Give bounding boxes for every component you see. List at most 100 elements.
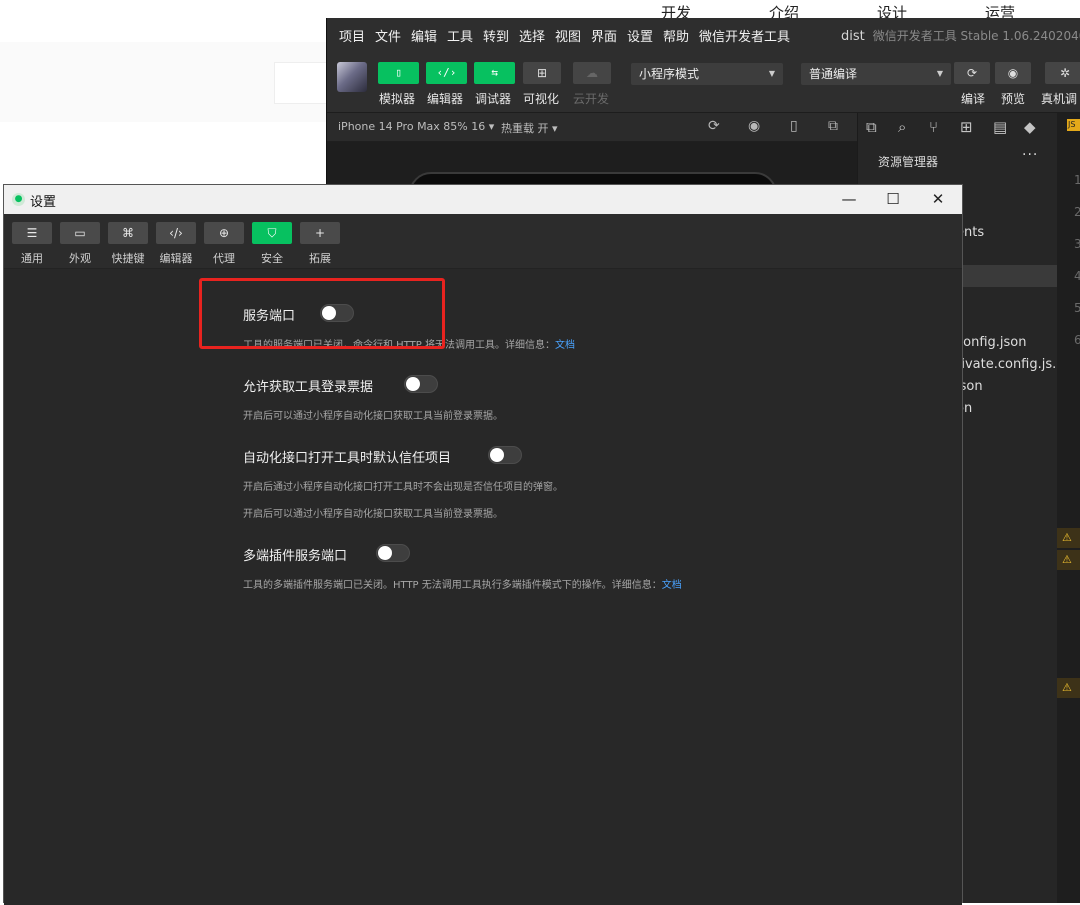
tab-shortcuts-label: 快捷键 — [111, 252, 145, 265]
tab-appearance[interactable]: ▭ — [60, 222, 100, 244]
simulator-button[interactable]: ▯ — [378, 62, 419, 84]
line-number: 2 — [1074, 205, 1080, 219]
login-ticket-toggle[interactable] — [404, 375, 438, 393]
line-number: 3 — [1074, 237, 1080, 251]
line-number: 4 — [1074, 269, 1080, 283]
menu-file[interactable]: 文件 — [375, 26, 401, 45]
tab-security[interactable]: ⛉ — [252, 222, 292, 244]
compile-select[interactable]: 普通编译 ▼ — [801, 63, 951, 85]
popout-icon[interactable]: ⧉ — [828, 118, 838, 134]
login-ticket-label: 允许获取工具登录票据 — [243, 380, 374, 395]
tab-shortcuts[interactable]: ⌘ — [108, 222, 148, 244]
menu-view[interactable]: 视图 — [555, 26, 581, 45]
more-icon[interactable]: ··· — [1022, 147, 1038, 163]
avatar[interactable] — [337, 62, 367, 92]
tab-proxy[interactable]: ⊕ — [204, 222, 244, 244]
hot-reload-select[interactable]: 热重载 开 ▾ — [501, 120, 558, 136]
code-icon: ‹/› — [436, 66, 457, 79]
compile-button[interactable]: ⟳ — [954, 62, 990, 84]
plugin-port-toggle[interactable] — [376, 544, 410, 562]
debugger-label: 调试器 — [475, 92, 512, 106]
menu-help[interactable]: 帮助 — [663, 26, 689, 45]
warning-icon[interactable]: ⚠ — [1057, 528, 1080, 548]
file-item[interactable]: rivate.config.js... — [956, 357, 1065, 372]
login-ticket-desc: 开启后可以通过小程序自动化接口获取工具当前登录票据。 — [243, 411, 503, 422]
trust-project-toggle[interactable] — [488, 446, 522, 464]
visual-button[interactable]: ⊞ — [523, 62, 561, 84]
tab-editor[interactable]: ‹/› — [156, 222, 196, 244]
extensions-icon[interactable]: ⊞ — [960, 118, 973, 136]
warning-icon[interactable]: ⚠ — [1057, 678, 1080, 698]
tab-general[interactable]: ☰ — [12, 222, 52, 244]
menu-interface[interactable]: 界面 — [591, 26, 617, 45]
compile-select-value: 普通编译 — [809, 67, 858, 81]
menu-settings[interactable]: 设置 — [627, 26, 653, 45]
tab-extensions[interactable]: + — [300, 222, 340, 244]
visual-label: 可视化 — [523, 92, 560, 106]
git-icon[interactable]: ⑂ — [929, 118, 938, 136]
files-icon[interactable]: ⧉ — [866, 118, 877, 136]
warning-icon[interactable]: ⚠ — [1057, 550, 1080, 570]
menu-edit[interactable]: 编辑 — [411, 26, 437, 45]
remote-debug-button[interactable]: ✲ — [1045, 62, 1080, 84]
tab-general-label: 通用 — [21, 252, 43, 265]
app-logo-icon: ● — [12, 193, 25, 206]
search-icon[interactable]: ⌕ — [898, 118, 906, 136]
phone-icon: ▯ — [395, 66, 402, 79]
line-number: 1 — [1074, 173, 1080, 187]
menu-bar: 项目 文件 编辑 工具 转到 选择 视图 界面 设置 帮助 微信开发者工具 di… — [327, 18, 1080, 50]
remote-debug-label: 真机调 — [1041, 92, 1078, 106]
line-number: 5 — [1074, 301, 1080, 315]
maximize-button[interactable]: ☐ — [870, 188, 916, 210]
highlight-box — [199, 278, 445, 349]
record-icon[interactable]: ◉ — [748, 118, 760, 134]
device-select[interactable]: iPhone 14 Pro Max 85% 16 ▾ — [338, 120, 494, 133]
trust-project-label: 自动化接口打开工具时默认信任项目 — [243, 451, 452, 466]
docker-icon[interactable]: ◆ — [1024, 118, 1036, 136]
cloud-button[interactable]: ☁ — [573, 62, 611, 84]
layout-icon: ⊞ — [536, 66, 548, 80]
compile-label: 编译 — [961, 92, 986, 106]
editor-label: 编辑器 — [427, 92, 464, 106]
cloud-label: 云开发 — [573, 92, 610, 106]
close-button[interactable]: ✕ — [915, 188, 961, 210]
tab-security-label: 安全 — [261, 252, 283, 265]
mode-select[interactable]: 小程序模式 ▼ — [631, 63, 783, 85]
plugin-port-desc-text: 工具的多端插件服务端口已关闭。HTTP 无法调用工具执行多端插件模式下的操作。详… — [243, 580, 662, 591]
tab-proxy-label: 代理 — [213, 252, 235, 265]
service-port-docs-link[interactable]: 文档 — [555, 340, 575, 351]
explorer-title: 资源管理器 — [878, 155, 939, 169]
plugin-port-docs-link[interactable]: 文档 — [662, 580, 682, 591]
menu-select[interactable]: 选择 — [519, 26, 545, 45]
refresh-icon: ⟳ — [966, 66, 978, 80]
sliders-icon: ⇆ — [491, 66, 498, 79]
tab-extensions-label: 拓展 — [309, 252, 331, 265]
dialog-titlebar: ● 设置 — ☐ ✕ — [4, 185, 962, 214]
trust-project-desc: 开启后通过小程序自动化接口打开工具时不会出现是否信任项目的弹窗。 — [243, 482, 563, 493]
menu-devtools[interactable]: 微信开发者工具 — [699, 26, 790, 45]
mode-select-value: 小程序模式 — [639, 67, 700, 81]
settings-dialog: ● 设置 — ☐ ✕ ☰ ▭ ⌘ ‹/› ⊕ ⛉ + 通用 外观 快捷键 编辑器… — [3, 184, 963, 905]
minimize-button[interactable]: — — [826, 188, 872, 210]
cloud-icon: ☁ — [586, 66, 598, 80]
js-file-icon: JS — [1067, 119, 1080, 131]
rotate-icon[interactable]: ⟳ — [708, 118, 720, 134]
menu-goto[interactable]: 转到 — [483, 26, 509, 45]
debugger-button[interactable]: ⇆ — [474, 62, 515, 84]
plugin-port-label: 多端插件服务端口 — [243, 549, 348, 564]
main-toolbar: ▯ ‹/› ⇆ ⊞ ☁ 模拟器 编辑器 调试器 可视化 云开发 小程序模式 ▼ 普… — [327, 50, 1080, 113]
simulator-label: 模拟器 — [379, 92, 416, 106]
trust-project-desc-2: 开启后可以通过小程序自动化接口获取工具当前登录票据。 — [243, 509, 503, 520]
editor-button[interactable]: ‹/› — [426, 62, 467, 84]
bug-icon: ✲ — [1059, 66, 1071, 80]
menu-project[interactable]: 项目 — [339, 26, 365, 45]
tab-editor-label: 编辑器 — [159, 252, 193, 265]
phone-icon[interactable]: ▯ — [790, 118, 798, 134]
preview-button[interactable]: ◉ — [995, 62, 1031, 84]
dialog-title: 设置 — [30, 195, 57, 210]
window-title-text: 微信开发者工具 Stable 1.06.2402040 — [872, 29, 1080, 43]
storage-icon[interactable]: ▤ — [993, 118, 1007, 136]
tab-appearance-label: 外观 — [69, 252, 91, 265]
menu-tools[interactable]: 工具 — [447, 26, 473, 45]
file-item[interactable]: config.json — [956, 335, 1027, 350]
